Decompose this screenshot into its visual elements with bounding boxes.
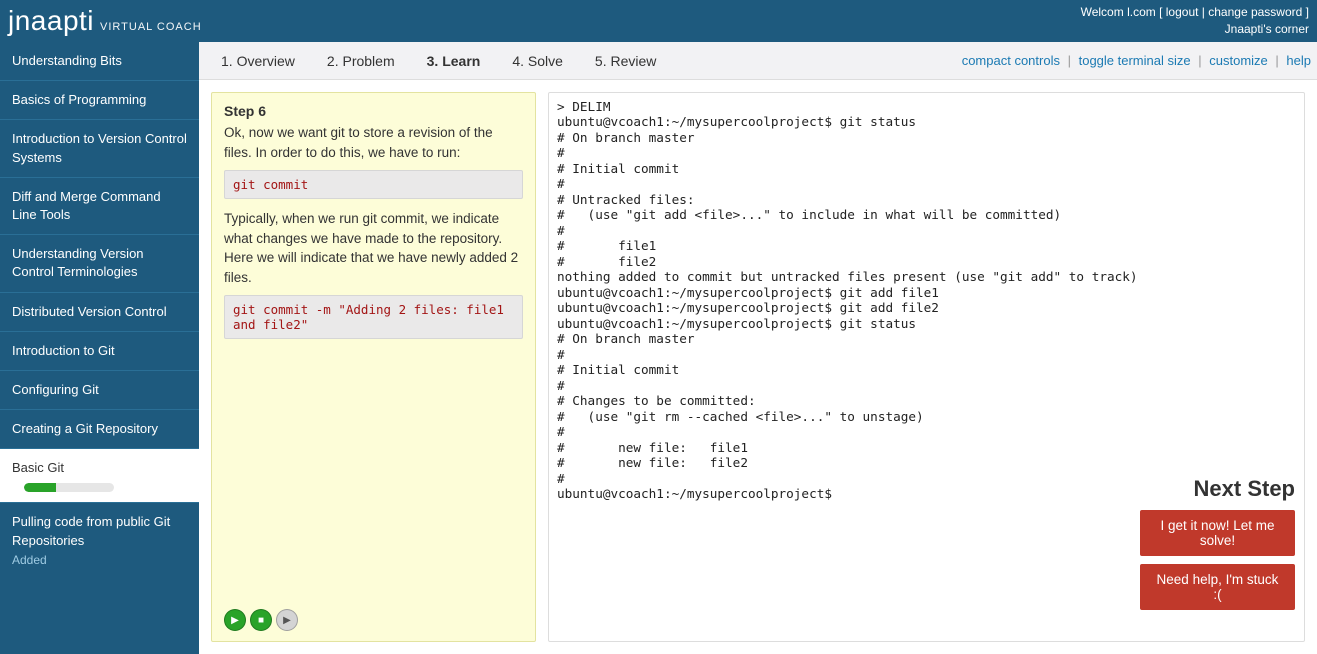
- sidebar-item-label: Configuring Git: [12, 382, 99, 397]
- sidebar-item-label: Pulling code from public Git Repositorie…: [12, 514, 170, 547]
- view-controls: compact controls | toggle terminal size …: [962, 53, 1311, 68]
- pause-step-button[interactable]: ■: [250, 609, 272, 631]
- user-email-tail: l.com [: [1127, 5, 1166, 19]
- compact-controls-link[interactable]: compact controls: [962, 53, 1060, 68]
- progress-bar: [24, 483, 114, 492]
- sidebar-item-label: Basics of Programming: [12, 92, 146, 107]
- step-tab[interactable]: 3. Learn: [411, 53, 497, 69]
- next-step-button[interactable]: ▶: [276, 609, 298, 631]
- bracket-close: ]: [1306, 5, 1309, 19]
- welcome-text: Welcom: [1081, 5, 1124, 19]
- next-step-block: Next Step I get it now! Let me solve! Ne…: [1140, 476, 1295, 618]
- sidebar-item-label: Understanding Version Control Terminolog…: [12, 246, 144, 279]
- sidebar-item-label: Understanding Bits: [12, 53, 122, 68]
- sidebar-item-label: Distributed Version Control: [12, 304, 167, 319]
- solve-button[interactable]: I get it now! Let me solve!: [1140, 510, 1295, 556]
- customize-link[interactable]: customize: [1209, 53, 1268, 68]
- sidebar-item[interactable]: Pulling code from public Git Repositorie…: [0, 502, 199, 578]
- next-icon: ▶: [283, 615, 291, 626]
- step-instructions-panel: Step 6 Ok, now we want git to store a re…: [211, 92, 536, 642]
- logo-text: jnaapti: [8, 5, 94, 37]
- next-step-heading: Next Step: [1140, 476, 1295, 502]
- header-user-block: Welcom l.com [ logout | change password …: [1081, 4, 1309, 38]
- sidebar-item[interactable]: Basics of Programming: [0, 80, 199, 119]
- sidebar-item-label: Basic Git: [12, 460, 64, 475]
- sidebar-item-label: Diff and Merge Command Line Tools: [12, 189, 161, 222]
- step-tab[interactable]: 1. Overview: [205, 53, 311, 69]
- sidebar-item[interactable]: Introduction to Version Control Systems: [0, 119, 199, 176]
- toggle-terminal-link[interactable]: toggle terminal size: [1079, 53, 1191, 68]
- prev-step-button[interactable]: ▶: [224, 609, 246, 631]
- command-box-2: git commit -m "Adding 2 files: file1 and…: [224, 295, 523, 339]
- logo-subtitle: VIRTUAL COACH: [100, 21, 202, 33]
- sidebar-item-label: Introduction to Git: [12, 343, 115, 358]
- sidebar-item[interactable]: Introduction to Git: [0, 331, 199, 370]
- step-tabs: 1. Overview2. Problem3. Learn4. Solve5. …: [199, 42, 1317, 80]
- sidebar-item[interactable]: Configuring Git: [0, 370, 199, 409]
- step-tab[interactable]: 4. Solve: [496, 53, 579, 69]
- step-mid-text: Typically, when we run git commit, we in…: [224, 209, 523, 287]
- sidebar-item[interactable]: Basic Git: [0, 448, 199, 502]
- sidebar-item-added-badge: Added: [12, 552, 187, 569]
- step-nav-controls: ▶ ■ ▶: [224, 595, 523, 631]
- sidebar-item[interactable]: Creating a Git Repository: [0, 409, 199, 448]
- step-title: Step 6: [224, 103, 523, 119]
- jnaapti-corner-link[interactable]: Jnaapti's corner: [1225, 22, 1309, 36]
- command-box-1: git commit: [224, 170, 523, 199]
- pause-icon: ■: [258, 615, 264, 626]
- step-tab[interactable]: 2. Problem: [311, 53, 411, 69]
- sidebar-item[interactable]: Understanding Bits: [0, 42, 199, 80]
- app-header: jnaapti VIRTUAL COACH Welcom l.com [ log…: [0, 0, 1317, 42]
- step-tab[interactable]: 5. Review: [579, 53, 672, 69]
- sidebar-item-label: Introduction to Version Control Systems: [12, 131, 187, 164]
- sidebar-item[interactable]: Distributed Version Control: [0, 292, 199, 331]
- play-icon: ▶: [231, 615, 239, 626]
- course-sidebar: Understanding Bits Basics of Programming I…: [0, 42, 199, 654]
- step-intro-text: Ok, now we want git to store a revision …: [224, 123, 523, 162]
- stuck-button[interactable]: Need help, I'm stuck :(: [1140, 564, 1295, 610]
- help-link[interactable]: help: [1286, 53, 1311, 68]
- sidebar-item[interactable]: Understanding Version Control Terminolog…: [0, 234, 199, 291]
- logout-link[interactable]: logout: [1166, 5, 1199, 19]
- sidebar-item-label: Creating a Git Repository: [12, 421, 158, 436]
- change-password-link[interactable]: change password: [1208, 5, 1302, 19]
- logo: jnaapti VIRTUAL COACH: [8, 5, 202, 37]
- sidebar-item[interactable]: Diff and Merge Command Line Tools: [0, 177, 199, 234]
